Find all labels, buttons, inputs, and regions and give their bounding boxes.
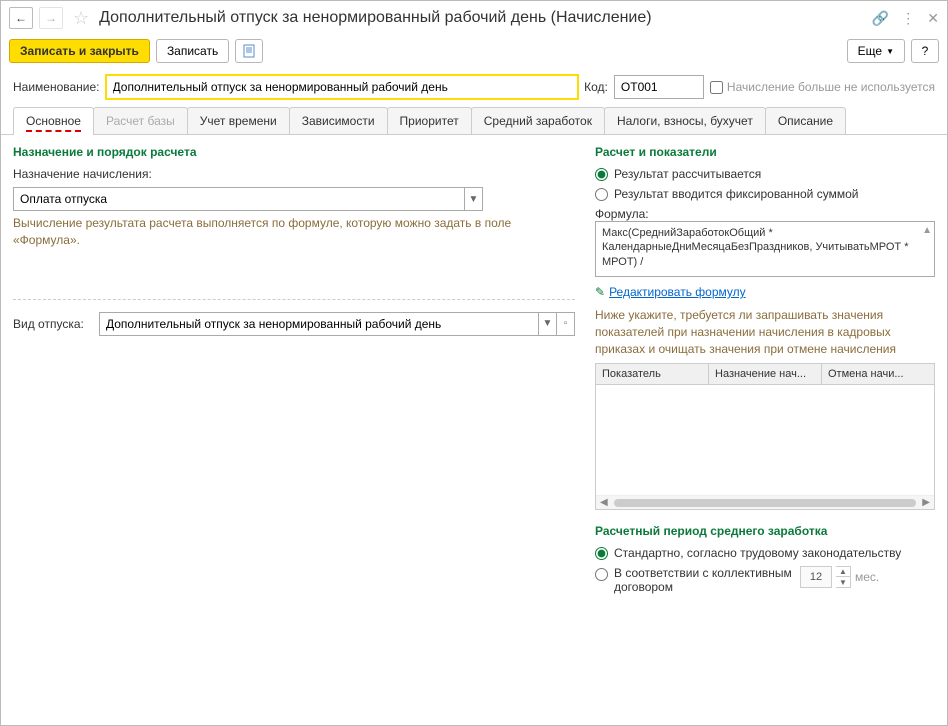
inactive-label: Начисление больше не используется xyxy=(727,80,935,94)
window-title: Дополнительный отпуск за ненормированный… xyxy=(99,9,866,27)
inactive-checkbox-wrap[interactable]: Начисление больше не используется xyxy=(710,80,935,94)
radio-fixed[interactable] xyxy=(595,188,608,201)
more-button[interactable]: Еще ▼ xyxy=(847,39,905,63)
chevron-down-icon: ▼ xyxy=(886,47,894,56)
spinner-up-button[interactable]: ▲ xyxy=(836,567,850,577)
radio-fixed-label: Результат вводится фиксированной суммой xyxy=(614,187,858,201)
table-body[interactable] xyxy=(596,385,934,495)
inactive-checkbox[interactable] xyxy=(710,81,723,94)
radio-collective-label: В соответствии с коллективным договором xyxy=(614,566,794,594)
nav-forward-button[interactable]: → xyxy=(39,7,63,29)
vacation-type-open-button[interactable]: ▫ xyxy=(556,313,574,335)
radio-calculated[interactable] xyxy=(595,168,608,181)
th-indicator[interactable]: Показатель xyxy=(596,364,709,384)
purpose-label: Назначение начисления: xyxy=(13,167,152,181)
indicators-hint: Ниже укажите, требуется ли запрашивать з… xyxy=(595,307,935,357)
tab-time-tracking[interactable]: Учет времени xyxy=(187,107,290,134)
tab-description[interactable]: Описание xyxy=(765,107,846,134)
pencil-icon: ✎ xyxy=(595,285,605,299)
vacation-type-select[interactable] xyxy=(100,313,538,335)
tab-avg-earnings[interactable]: Средний заработок xyxy=(471,107,605,134)
edit-formula-link[interactable]: Редактировать формулу xyxy=(609,285,746,299)
document-button[interactable] xyxy=(235,39,263,63)
formula-textarea[interactable]: Макс(СреднийЗаработокОбщий * Календарные… xyxy=(595,221,935,277)
tab-base-calc[interactable]: Расчет базы xyxy=(93,107,188,134)
vacation-type-dropdown-button[interactable]: ▼ xyxy=(538,313,556,335)
radio-standard-period[interactable] xyxy=(595,547,608,560)
scroll-right-icon[interactable]: ▶ xyxy=(922,497,930,508)
tab-dependencies[interactable]: Зависимости xyxy=(289,107,388,134)
hscroll-track[interactable] xyxy=(614,499,917,507)
indicators-table: Показатель Назначение нач... Отмена начи… xyxy=(595,363,935,510)
scroll-up-icon[interactable]: ▲ xyxy=(922,224,932,237)
document-icon xyxy=(242,44,256,58)
close-icon[interactable]: ✕ xyxy=(927,10,939,27)
section-purpose-header: Назначение и порядок расчета xyxy=(13,145,575,159)
name-input[interactable] xyxy=(106,75,579,99)
tab-main[interactable]: Основное xyxy=(13,107,94,134)
code-input[interactable] xyxy=(614,75,704,99)
help-button[interactable]: ? xyxy=(911,39,939,63)
formula-hint: Вычисление результата расчета выполняетс… xyxy=(13,215,575,249)
purpose-dropdown-button[interactable]: ▼ xyxy=(464,188,482,210)
radio-calculated-label: Результат рассчитывается xyxy=(614,167,761,181)
months-label: мес. xyxy=(855,570,879,584)
favorite-star-icon[interactable]: ☆ xyxy=(73,8,89,29)
formula-label: Формула: xyxy=(595,207,935,221)
purpose-select[interactable] xyxy=(14,188,464,210)
section-period-header: Расчетный период среднего заработка xyxy=(595,524,935,538)
th-assign[interactable]: Назначение нач... xyxy=(709,364,822,384)
tab-taxes[interactable]: Налоги, взносы, бухучет xyxy=(604,107,766,134)
radio-standard-label: Стандартно, согласно трудовому законодат… xyxy=(614,546,901,560)
divider xyxy=(13,299,575,300)
menu-dots-icon[interactable]: ⋮ xyxy=(901,10,915,27)
save-and-close-button[interactable]: Записать и закрыть xyxy=(9,39,150,63)
arrow-left-icon: ← xyxy=(15,11,27,25)
nav-back-button[interactable]: ← xyxy=(9,7,33,29)
arrow-right-icon: → xyxy=(45,11,57,25)
spinner-down-button[interactable]: ▼ xyxy=(836,577,850,587)
table-hscrollbar[interactable]: ◀ ▶ xyxy=(596,495,934,509)
code-label: Код: xyxy=(584,80,608,94)
months-spinner[interactable] xyxy=(800,566,832,588)
th-cancel[interactable]: Отмена начи... xyxy=(822,364,934,384)
radio-collective-period[interactable] xyxy=(595,568,608,581)
save-button[interactable]: Записать xyxy=(156,39,229,63)
name-label: Наименование: xyxy=(13,80,100,94)
scroll-left-icon[interactable]: ◀ xyxy=(600,497,608,508)
section-calc-header: Расчет и показатели xyxy=(595,145,935,159)
link-icon[interactable]: 🔗 xyxy=(872,10,889,27)
tab-priority[interactable]: Приоритет xyxy=(387,107,472,134)
vacation-type-label: Вид отпуска: xyxy=(13,317,91,331)
